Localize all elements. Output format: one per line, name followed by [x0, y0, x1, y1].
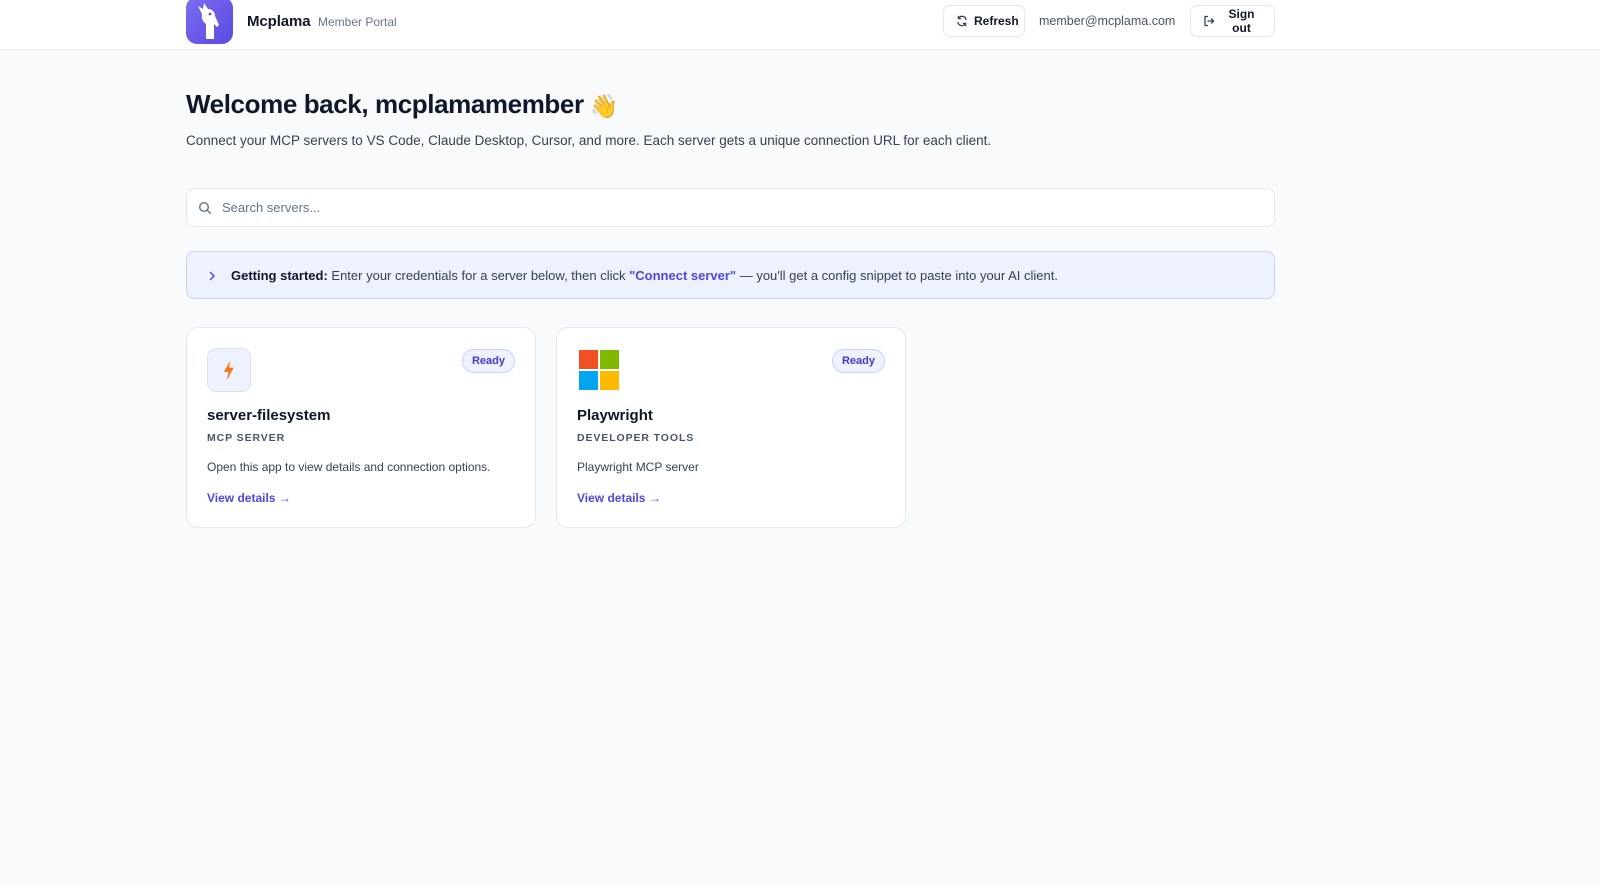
- top-bar: Mcplama Member Portal Refresh member@mcp…: [0, 0, 1600, 50]
- banner-heading: Getting started:: [231, 268, 328, 283]
- connect-server-cta: "Connect server": [629, 268, 737, 283]
- server-category: MCP SERVER: [207, 432, 286, 444]
- server-description: Open this app to view details and connec…: [207, 460, 491, 474]
- banner-text-before: Enter your credentials for a server belo…: [327, 268, 630, 283]
- view-details-link[interactable]: View details →: [577, 491, 661, 505]
- sign-out-label: Sign out: [1228, 7, 1255, 35]
- server-description: Playwright MCP server: [577, 460, 699, 474]
- page-title: Welcome back, mcplamamember 👋: [186, 89, 618, 120]
- lightning-bolt-icon: [207, 348, 251, 392]
- waving-hand-icon: 👋: [589, 93, 619, 119]
- refresh-button[interactable]: Refresh: [943, 5, 1025, 37]
- llama-icon[interactable]: [186, 0, 233, 44]
- server-name: server-filesystem: [207, 407, 331, 424]
- search-bar: [186, 188, 1275, 227]
- status-badge: Ready: [831, 349, 885, 373]
- view-details-link[interactable]: View details →: [207, 491, 291, 505]
- banner-text: Getting started: Enter your credentials …: [231, 268, 1058, 283]
- search-input[interactable]: [222, 189, 1262, 226]
- status-badge: Ready: [461, 349, 515, 373]
- brand-name: Mcplama: [247, 13, 311, 30]
- refresh-icon: [957, 15, 967, 27]
- server-card-filesystem[interactable]: Ready server-filesystem MCP SERVER Open …: [186, 327, 536, 528]
- welcome-title: Welcome back, mcplamamember: [186, 89, 584, 119]
- brand-subtitle: Member Portal: [318, 15, 397, 29]
- refresh-label: Refresh: [974, 14, 1019, 28]
- microsoft-logo-icon: [577, 348, 621, 392]
- server-category: DEVELOPER TOOLS: [577, 432, 695, 444]
- sign-out-icon: [1204, 15, 1215, 27]
- banner-text-after: — you'll get a config snippet to paste i…: [736, 268, 1058, 283]
- chevron-right-icon[interactable]: [207, 270, 217, 282]
- server-name: Playwright: [577, 407, 653, 424]
- search-icon: [198, 201, 212, 215]
- getting-started-banner[interactable]: Getting started: Enter your credentials …: [186, 251, 1275, 299]
- sign-out-button[interactable]: Sign out: [1190, 5, 1275, 37]
- user-email: member@mcplama.com: [1039, 14, 1176, 28]
- server-card-playwright[interactable]: Ready Playwright DEVELOPER TOOLS Playwri…: [556, 327, 906, 528]
- intro-text: Connect your MCP servers to VS Code, Cla…: [186, 133, 992, 148]
